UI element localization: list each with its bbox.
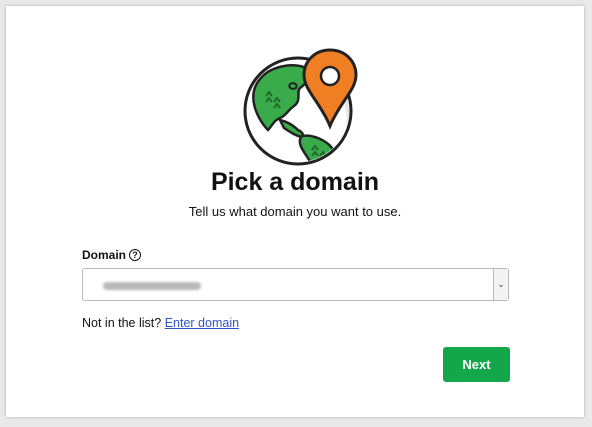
selected-domain-value — [103, 282, 201, 290]
domain-select[interactable]: ⌄ — [82, 268, 509, 301]
help-icon[interactable]: ? — [129, 249, 142, 261]
next-button[interactable]: Next — [443, 347, 510, 382]
domain-label-text: Domain — [82, 248, 127, 262]
domain-picker-card: Pick a domain Tell us what domain you wa… — [6, 6, 584, 417]
enter-domain-link[interactable]: Enter domain — [165, 316, 239, 330]
page-subtitle: Tell us what domain you want to use. — [188, 204, 402, 219]
page-title: Pick a domain — [210, 168, 380, 196]
not-in-list-text: Not in the list? Enter domain — [82, 316, 239, 330]
globe-with-location-pin-icon — [243, 48, 358, 166]
not-in-list-prefix: Not in the list? — [82, 316, 162, 330]
domain-field-label: Domain ? — [82, 248, 142, 262]
chevron-down-icon[interactable]: ⌄ — [493, 269, 508, 300]
